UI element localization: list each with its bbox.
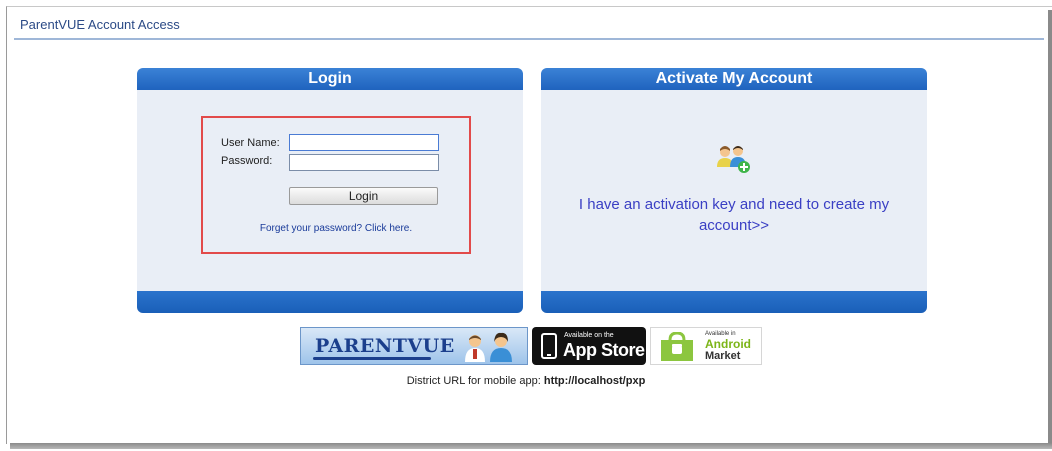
parentvue-badge[interactable]: PARENTVUE <box>300 327 528 365</box>
forgot-password-link[interactable]: Forget your password? Click here. <box>203 223 469 234</box>
phone-icon <box>541 333 557 364</box>
login-panel-title: Login <box>137 68 523 90</box>
district-url-label: District URL for mobile app: <box>406 375 541 387</box>
header-divider <box>14 38 1044 40</box>
android-bag-icon <box>659 331 695 367</box>
login-panel: Login User Name: Password: Login Forget … <box>137 68 523 313</box>
add-users-icon <box>716 143 752 180</box>
parentvue-swoosh <box>313 357 431 360</box>
activation-link[interactable]: I have an activation key and need to cre… <box>541 194 927 236</box>
app-store-small-text: Available on the <box>564 332 614 339</box>
activate-panel: Activate My Account I have an activation… <box>541 68 927 313</box>
username-label: User Name: <box>221 137 280 149</box>
activation-link-line2: account>> <box>698 217 770 234</box>
frame-shadow <box>10 443 1052 449</box>
login-button[interactable]: Login <box>289 187 438 205</box>
activate-panel-footer <box>541 291 927 313</box>
parentvue-logo-text: PARENTVUE <box>315 335 455 357</box>
app-store-badge[interactable]: Available on the App Store <box>532 327 646 365</box>
login-form-highlight: User Name: Password: Login Forget your p… <box>201 116 471 254</box>
android-market-badge[interactable]: Available in Android Market <box>650 327 762 365</box>
page-title: ParentVUE Account Access <box>20 17 180 32</box>
district-url-line: District URL for mobile app: http://loca… <box>0 375 1052 387</box>
activation-link-line1: I have an activation key and need to cre… <box>578 196 890 213</box>
android-text: Android <box>705 337 751 351</box>
app-store-text: App Store <box>563 340 645 360</box>
activate-panel-title: Activate My Account <box>541 68 927 90</box>
parents-icon <box>459 332 519 367</box>
username-input[interactable] <box>289 134 439 151</box>
district-url-value: http://localhost/pxp <box>543 375 646 387</box>
password-label: Password: <box>221 155 273 167</box>
login-panel-footer <box>137 291 523 313</box>
password-input[interactable] <box>289 154 439 171</box>
android-market-text: Market <box>705 350 741 362</box>
